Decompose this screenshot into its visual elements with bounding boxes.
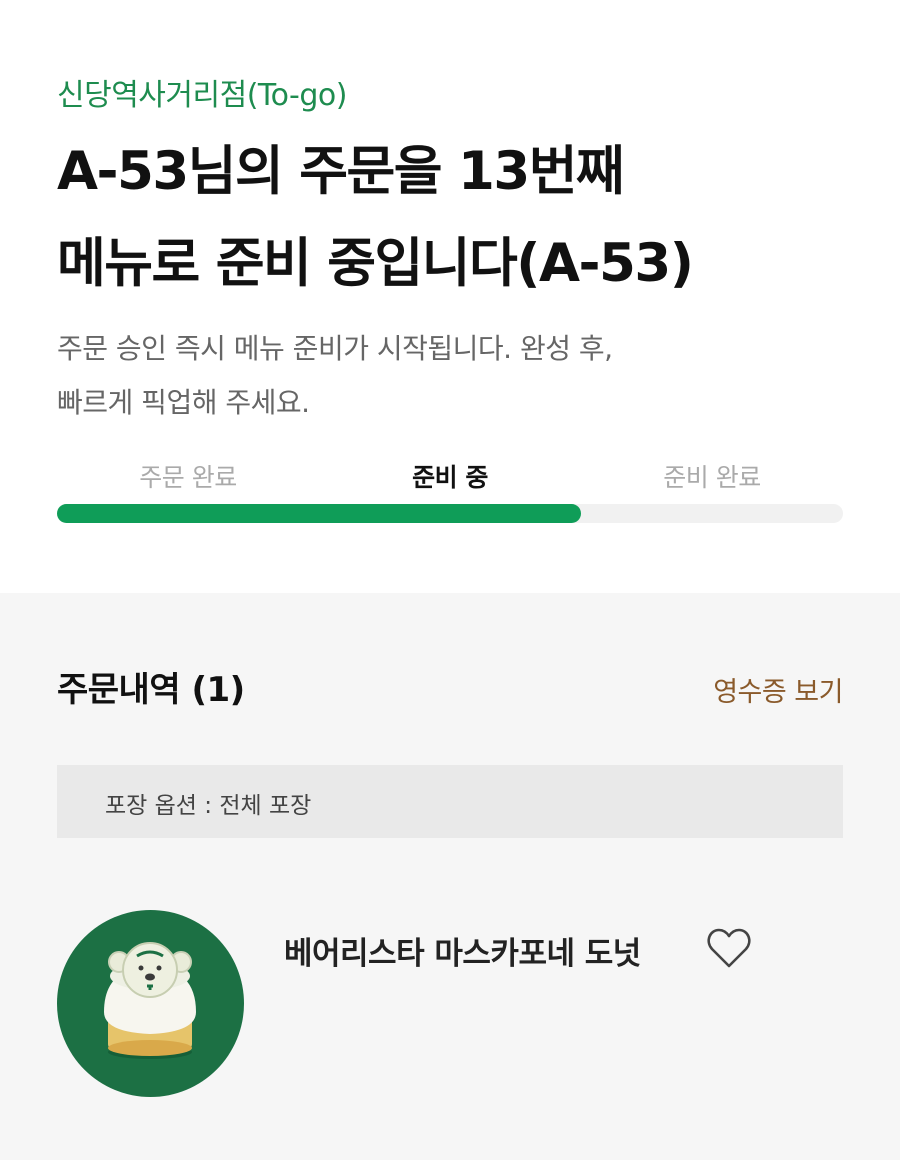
progress-steps: 주문 완료 준비 중 준비 완료 xyxy=(57,458,843,498)
title-line-1: A-53님의 주문을 13번째 xyxy=(57,141,625,202)
status-description: 주문 승인 즉시 메뉴 준비가 시작됩니다. 완성 후, 빠르게 픽업해 주세요… xyxy=(57,322,857,430)
bear-donut-image xyxy=(104,942,196,1059)
store-name: 신당역사거리점(To-go) xyxy=(57,78,347,113)
order-status-section: 신당역사거리점(To-go) A-53님의 주문을 13번째 메뉴로 준비 중입… xyxy=(0,0,900,593)
packaging-option-box: 포장 옵션 : 전체 포장 xyxy=(57,765,843,838)
step-order-complete: 주문 완료 xyxy=(139,463,237,492)
step-preparing: 준비 중 xyxy=(412,463,488,492)
description-line-2: 빠르게 픽업해 주세요. xyxy=(57,386,310,419)
progress-bar-fill xyxy=(57,504,582,523)
heart-outline-icon[interactable] xyxy=(706,927,752,969)
view-receipt-link[interactable]: 영수증 보기 xyxy=(713,670,843,709)
packaging-option-text: 포장 옵션 : 전체 포장 xyxy=(105,793,312,819)
step-ready: 준비 완료 xyxy=(663,463,761,492)
product-image xyxy=(57,910,244,1097)
order-history-heading: 주문내역 (1) xyxy=(57,670,245,710)
title-line-2: 메뉴로 준비 중입니다(A-53) xyxy=(57,233,694,294)
description-line-1: 주문 승인 즉시 메뉴 준비가 시작됩니다. 완성 후, xyxy=(57,332,613,365)
product-name: 베어리스타 마스카포네 도넛 xyxy=(284,936,641,972)
page-title: A-53님의 주문을 13번째 메뉴로 준비 중입니다(A-53) xyxy=(57,126,857,310)
progress-bar xyxy=(57,504,843,523)
